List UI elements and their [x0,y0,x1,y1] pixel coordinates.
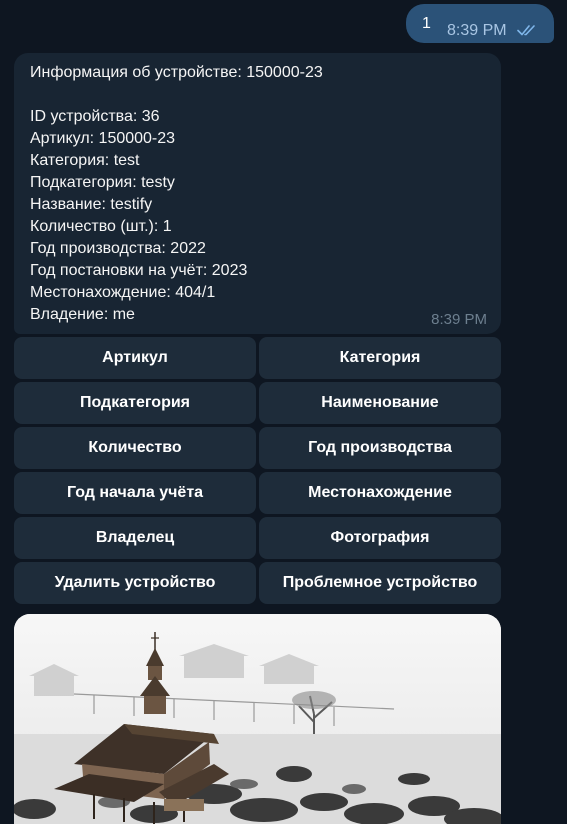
incoming-message[interactable]: Информация об устройстве: 150000-23 ID у… [14,53,501,334]
info-line: Название: testify [30,196,153,213]
quantity-button[interactable]: Количество [14,427,256,469]
production-year-button[interactable]: Год производства [259,427,501,469]
article-button[interactable]: Артикул [14,337,256,379]
device-info-text: Информация об устройстве: 150000-23 ID у… [30,62,323,326]
subcategory-button[interactable]: Подкатегория [14,382,256,424]
delete-device-button[interactable]: Удалить устройство [14,562,256,604]
outgoing-message[interactable]: 1 8:39 PM [406,4,554,43]
info-line: Информация об устройстве: 150000-23 [30,64,323,81]
category-button[interactable]: Категория [259,337,501,379]
info-line: Подкатегория: testy [30,174,175,191]
photo-message[interactable] [14,614,501,824]
info-line: Год постановки на учёт: 2023 [30,262,248,279]
info-line: Год производства: 2022 [30,240,206,257]
info-line: ID устройства: 36 [30,108,160,125]
chat-area: 1 8:39 PM Информация об устройстве: 1500… [0,0,567,824]
registration-year-button[interactable]: Год начала учёта [14,472,256,514]
info-line: Владение: me [30,306,135,323]
info-line: Категория: test [30,152,140,169]
incoming-message-time: 8:39 PM [431,311,487,328]
info-line: Количество (шт.): 1 [30,218,172,235]
landscape-photo [14,614,501,824]
info-line: Местонахождение: 404/1 [30,284,216,301]
info-line: Артикул: 150000-23 [30,130,176,147]
owner-button[interactable]: Владелец [14,517,256,559]
name-button[interactable]: Наименование [259,382,501,424]
location-button[interactable]: Местонахождение [259,472,501,514]
photo-button[interactable]: Фотография [259,517,501,559]
outgoing-message-time: 8:39 PM [447,22,507,39]
outgoing-message-text: 1 [422,15,431,32]
problem-device-button[interactable]: Проблемное устройство [259,562,501,604]
double-check-icon [517,25,535,36]
info-line [30,84,323,106]
